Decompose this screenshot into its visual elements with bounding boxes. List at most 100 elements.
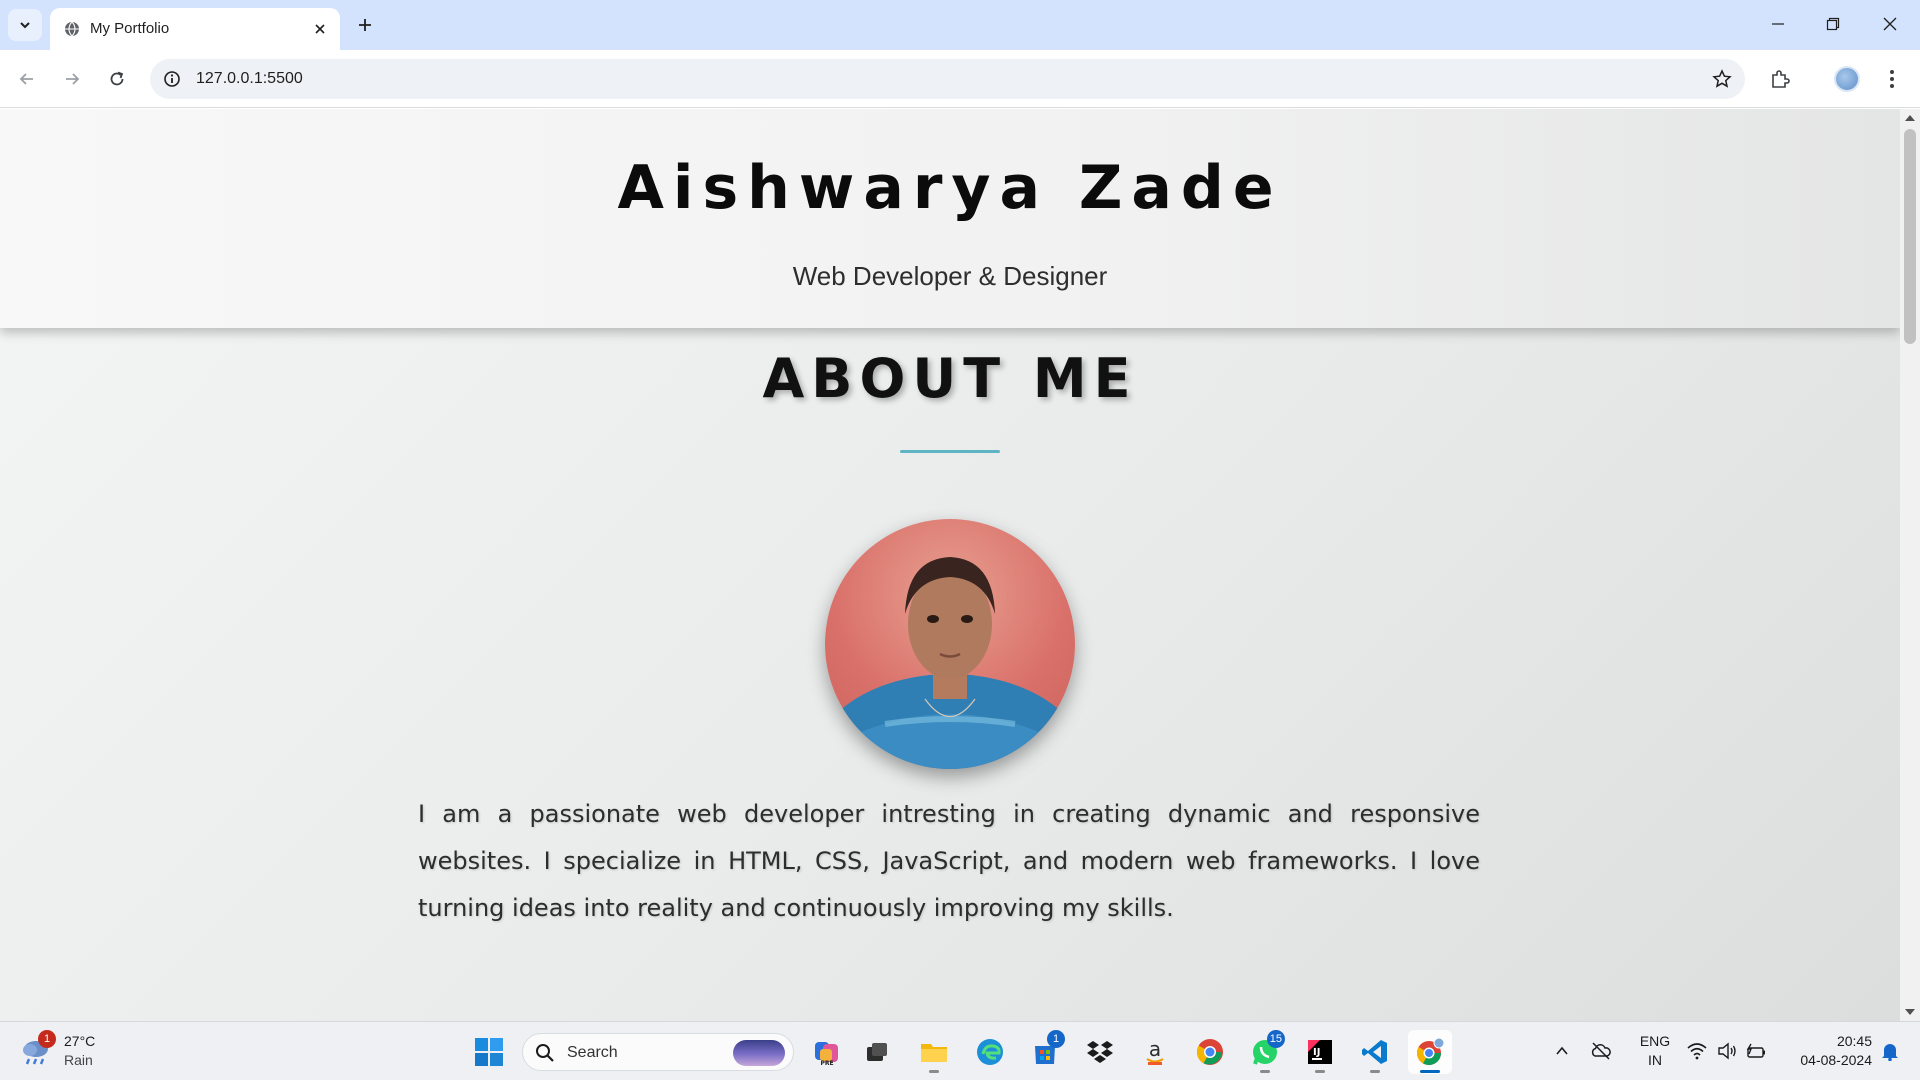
chrome-icon <box>1196 1039 1223 1065</box>
browser-menu-button[interactable] <box>1876 63 1908 95</box>
show-hidden-icons-button[interactable] <box>1551 1040 1573 1062</box>
wifi-status[interactable] <box>1686 1040 1708 1062</box>
bookmark-star-icon[interactable] <box>1711 68 1733 90</box>
taskbar-edge[interactable] <box>968 1030 1012 1074</box>
close-window-button[interactable] <box>1870 8 1910 40</box>
notifications-button[interactable] <box>1879 1040 1901 1062</box>
wifi-icon <box>1687 1043 1707 1060</box>
tab-my-portfolio[interactable]: My Portfolio <box>50 8 340 50</box>
close-icon <box>1883 17 1897 31</box>
volume-status[interactable] <box>1716 1040 1738 1062</box>
taskbar-task-view[interactable] <box>855 1030 899 1074</box>
vscode-icon <box>1362 1040 1387 1064</box>
browser-titlebar: My Portfolio <box>0 0 1920 50</box>
chevron-up-icon <box>1556 1046 1568 1055</box>
site-header: Aishwarya Zade Web Developer & Designer <box>0 109 1900 328</box>
taskbar-amazon[interactable]: a <box>1133 1030 1177 1074</box>
taskbar-whatsapp[interactable]: 15 <box>1243 1030 1287 1074</box>
taskbar-file-explorer[interactable] <box>912 1030 956 1074</box>
puzzle-icon <box>1772 70 1790 88</box>
taskbar-copilot[interactable]: PRE <box>805 1030 849 1074</box>
amazon-icon: a <box>1146 1037 1164 1065</box>
start-button[interactable] <box>467 1030 511 1074</box>
dropbox-icon <box>1087 1041 1113 1063</box>
bell-icon <box>1882 1044 1898 1061</box>
info-icon[interactable] <box>162 69 182 89</box>
arrow-right-icon <box>66 73 80 85</box>
search-label: Search <box>567 1044 618 1061</box>
weather-condition: Rain <box>64 1052 93 1068</box>
intellij-icon: IJ <box>1308 1040 1332 1064</box>
windows-logo-icon <box>475 1038 503 1066</box>
system-tray: ENG IN 20:45 04-08-2024 <box>1545 1022 1920 1081</box>
scrollbar-thumb[interactable] <box>1904 129 1916 344</box>
arrow-left-icon <box>19 73 33 85</box>
task-view-icon <box>867 1043 887 1061</box>
taskbar-store[interactable]: 1 <box>1023 1030 1067 1074</box>
close-tab-icon[interactable] <box>310 19 330 39</box>
forward-button[interactable] <box>56 63 88 95</box>
clock-time: 20:45 <box>1836 1033 1872 1049</box>
store-badge: 1 <box>1047 1030 1065 1048</box>
search-icon <box>536 1044 554 1062</box>
minimize-icon <box>1772 23 1784 25</box>
minimize-button[interactable] <box>1758 8 1798 40</box>
input-language[interactable]: ENG IN <box>1635 1032 1675 1070</box>
page-viewport: Aishwarya Zade Web Developer & Designer … <box>0 109 1900 1021</box>
site-owner-name: Aishwarya Zade <box>617 153 1283 223</box>
profile-avatar[interactable] <box>1834 66 1860 92</box>
url-text: 127.0.0.1:5500 <box>196 70 303 87</box>
language-code: ENG <box>1639 1033 1671 1049</box>
battery-charging-icon <box>1746 1043 1765 1058</box>
site-tagline: Web Developer & Designer <box>792 261 1108 291</box>
page-scrollbar[interactable] <box>1900 109 1920 1021</box>
region-code: IN <box>1648 1052 1662 1068</box>
whatsapp-badge: 15 <box>1266 1030 1285 1048</box>
plus-icon <box>359 19 371 31</box>
scroll-down-icon[interactable] <box>1905 1009 1915 1015</box>
back-button[interactable] <box>11 63 43 95</box>
taskbar-vscode[interactable] <box>1353 1030 1397 1074</box>
about-description: I am a passionate web developer intresti… <box>418 800 1480 922</box>
restore-icon <box>1826 17 1840 31</box>
svg-text:PRE: PRE <box>820 1060 833 1067</box>
weather-temperature: 27°C <box>64 1033 96 1049</box>
taskbar-chrome[interactable] <box>1188 1030 1232 1074</box>
taskbar-intellij[interactable]: IJ <box>1298 1030 1342 1074</box>
svg-text:a: a <box>1149 1037 1161 1061</box>
copilot-icon: PRE <box>815 1042 838 1067</box>
clock[interactable]: 20:45 04-08-2024 <box>1780 1032 1872 1070</box>
browser-toolbar: 127.0.0.1:5500 <box>0 50 1920 108</box>
profile-photo <box>825 519 1075 769</box>
taskbar-search[interactable]: Search <box>522 1033 794 1071</box>
reload-button[interactable] <box>101 63 133 95</box>
chrome-profile-icon <box>1416 1037 1445 1066</box>
weather-badge: 1 <box>38 1030 56 1048</box>
taskbar-dropbox[interactable] <box>1078 1030 1122 1074</box>
reload-icon <box>110 71 124 86</box>
folder-icon <box>921 1044 947 1062</box>
speaker-icon <box>1718 1042 1736 1060</box>
new-tab-button[interactable] <box>352 12 378 38</box>
globe-icon <box>65 21 79 37</box>
more-vertical-icon <box>1890 70 1894 88</box>
search-highlight-image <box>733 1040 785 1066</box>
svg-text:IJ: IJ <box>1313 1047 1320 1058</box>
restore-button[interactable] <box>1813 8 1853 40</box>
windows-taskbar: 1 27°C Rain Search PRE 1 a 15 IJ ENG IN … <box>0 1021 1920 1080</box>
tab-search-button[interactable] <box>8 9 42 41</box>
chevron-down-icon <box>20 22 30 29</box>
edge-icon <box>977 1039 1003 1065</box>
onedrive-status[interactable] <box>1590 1040 1612 1062</box>
weather-widget[interactable]: 1 27°C Rain <box>20 1030 120 1074</box>
address-bar[interactable]: 127.0.0.1:5500 <box>150 59 1745 99</box>
about-heading: ABOUT ME <box>762 347 1138 410</box>
taskbar-chrome-profile[interactable] <box>1408 1030 1452 1074</box>
cloud-off-icon <box>1591 1042 1611 1060</box>
battery-status[interactable] <box>1745 1040 1767 1062</box>
tab-title: My Portfolio <box>90 20 170 37</box>
scroll-up-icon[interactable] <box>1905 115 1915 121</box>
heading-underline <box>900 450 1000 453</box>
extensions-button[interactable] <box>1764 63 1796 95</box>
clock-date: 04-08-2024 <box>1800 1052 1872 1068</box>
